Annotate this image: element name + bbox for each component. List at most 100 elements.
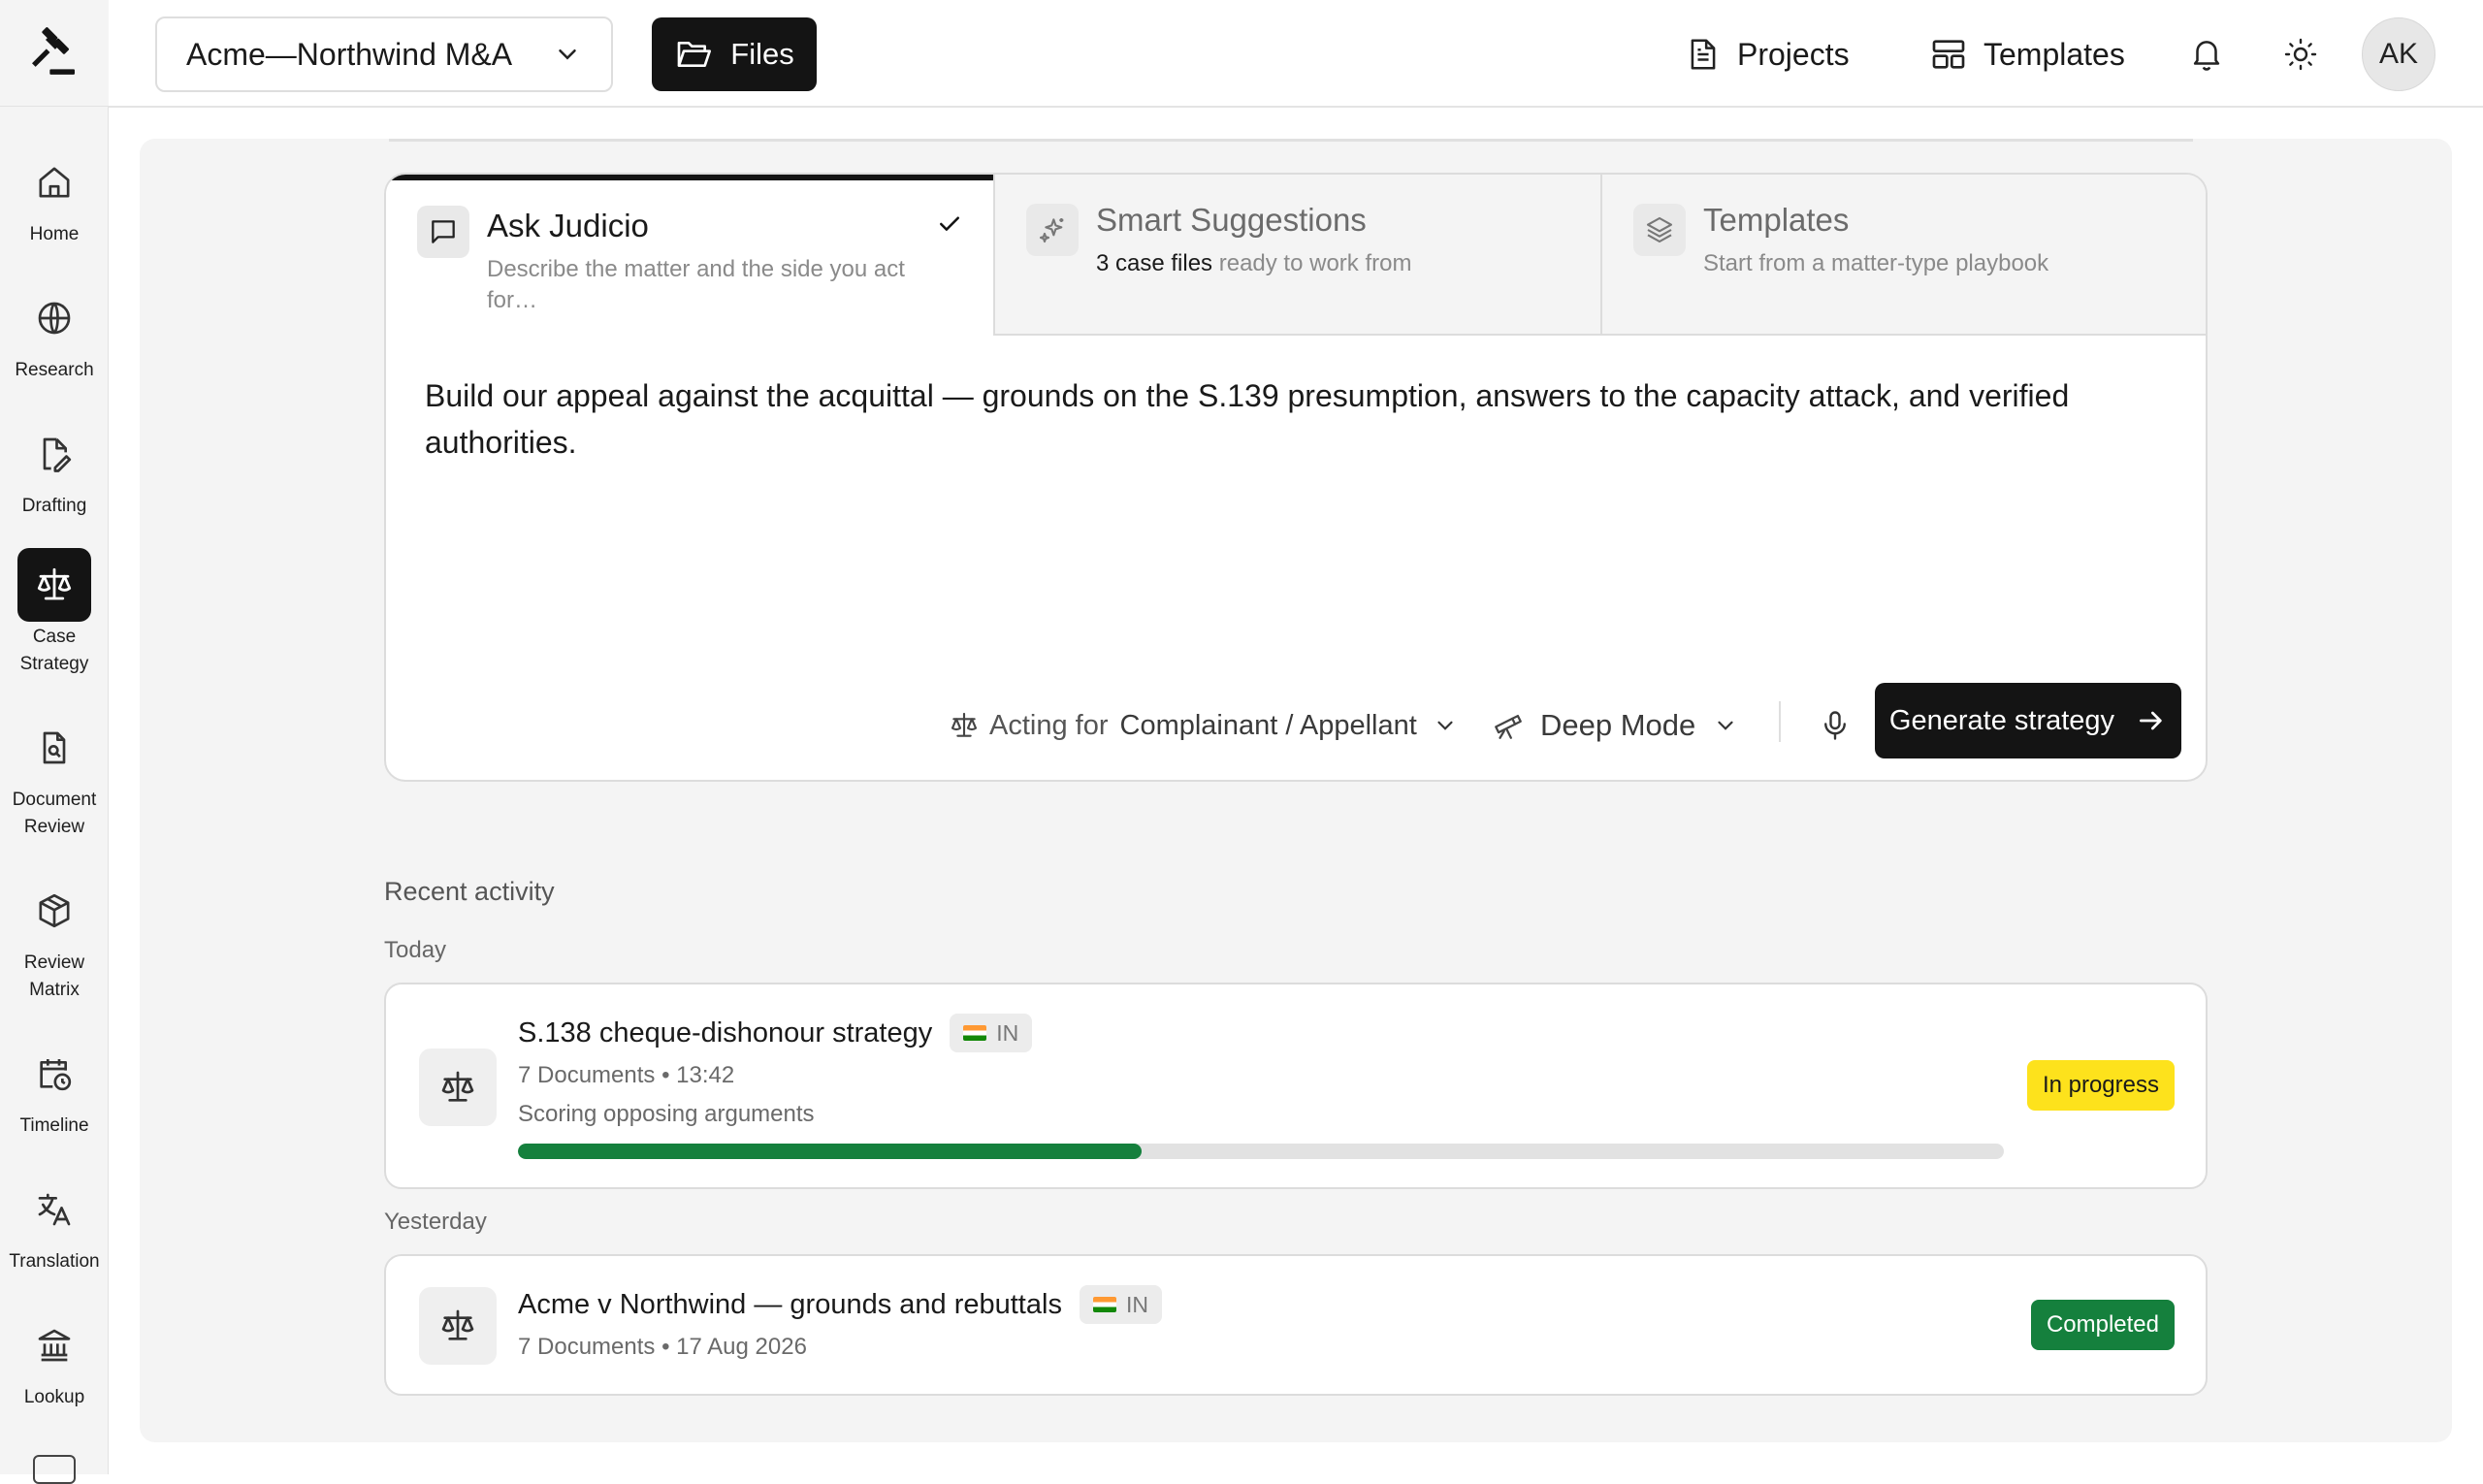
recent-activity-title: Recent activity (384, 877, 555, 906)
tab-ask-judicio[interactable]: Ask Judicio Describe the matter and the … (386, 175, 993, 336)
scales-icon (37, 567, 72, 600)
activity-status: Scoring opposing arguments (518, 1101, 815, 1127)
sidebar-item-drafting[interactable]: Drafting (0, 417, 109, 520)
sidebar-item-label: Lookup (23, 1387, 85, 1407)
divider (1779, 701, 1781, 742)
acting-for-label: Acting for (989, 709, 1109, 741)
sparkles-icon (1039, 218, 1064, 243)
case-files-count: 3 case files (1096, 250, 1213, 276)
sidebar: Home Research Drafting Case Strategy Doc… (0, 0, 109, 1484)
voice-input-button[interactable] (1808, 687, 1862, 764)
tab-title: Ask Judicio (487, 208, 649, 243)
sidebar-item-home[interactable]: Home (0, 145, 109, 248)
tab-title: Templates (1703, 202, 1850, 238)
check-icon (940, 216, 959, 231)
scales-icon (441, 1309, 474, 1340)
sidebar-more-icon[interactable] (33, 1455, 76, 1484)
sun-icon (2284, 38, 2317, 71)
home-icon (39, 167, 70, 198)
layers-icon (1646, 216, 1673, 243)
tab-templates[interactable]: Templates Start from a matter-type playb… (1600, 175, 2206, 336)
sidebar-item-label: Case Strategy (19, 627, 89, 674)
sidebar-item-label: Home (29, 224, 80, 244)
bell-icon (2193, 41, 2220, 71)
project-selector[interactable]: Acme—Northwind M&A (155, 16, 613, 92)
tab-title: Smart Suggestions (1096, 202, 1367, 238)
prompt-textarea[interactable]: Build our appeal against the acquittal —… (425, 372, 2171, 466)
sidebar-item-label: Drafting (21, 496, 87, 516)
sidebar-item-timeline[interactable]: Timeline (0, 1037, 109, 1140)
day-label: Today (384, 937, 447, 963)
activity-title: Acme v Northwind — grounds and rebuttals (518, 1288, 1062, 1320)
files-button[interactable]: Files (652, 17, 817, 91)
scales-icon (951, 712, 978, 737)
country-badge: IN (1079, 1285, 1162, 1324)
landmark-icon (38, 1329, 71, 1362)
scales-icon (441, 1071, 474, 1102)
divider (389, 139, 2193, 142)
telescope-icon (1495, 714, 1522, 739)
layout-icon (1932, 40, 1965, 69)
generate-label: Generate strategy (1888, 704, 2115, 736)
india-flag-icon (1092, 1297, 1116, 1312)
sidebar-item-label: Document Review (12, 790, 97, 837)
day-label: Yesterday (384, 1209, 487, 1235)
country-badge: IN (950, 1014, 1033, 1052)
sidebar-item-case-strategy[interactable]: Case Strategy (0, 548, 109, 678)
chevron-down-icon (1437, 721, 1453, 730)
status-badge: Completed (2030, 1300, 2175, 1350)
arrow-right-icon (2140, 711, 2162, 730)
templates-label: Templates (1983, 36, 2125, 72)
activity-meta: 7 Documents • 13:42 (518, 1062, 735, 1088)
strategy-composer: Ask Judicio Describe the matter and the … (384, 173, 2208, 782)
country-code: IN (1125, 1291, 1148, 1317)
acting-for-select[interactable]: Acting for Complainant / Appellant (949, 687, 1458, 764)
sidebar-item-research[interactable]: Research (0, 281, 109, 384)
sidebar-item-lookup[interactable]: Lookup (0, 1308, 109, 1411)
languages-icon (38, 1193, 71, 1226)
app-logo[interactable] (0, 0, 109, 107)
mode-select[interactable]: Deep Mode (1492, 687, 1738, 764)
activity-item[interactable]: Acme v Northwind — grounds and rebuttals… (384, 1254, 2208, 1396)
sidebar-item-label: Research (15, 360, 94, 380)
folder-open-icon (677, 42, 712, 67)
notifications-button[interactable] (2177, 25, 2236, 83)
globe-icon (38, 302, 71, 335)
tab-smart-suggestions[interactable]: Smart Suggestions 3 case files ready to … (993, 175, 1600, 336)
sidebar-item-translation[interactable]: Translation (0, 1173, 109, 1275)
progress-bar (518, 1144, 2004, 1159)
projects-label: Projects (1737, 36, 1850, 72)
calendar-clock-icon (40, 1059, 72, 1091)
acting-for-value: Complainant / Appellant (1119, 709, 1417, 741)
activity-title: S.138 cheque-dishonour strategy (518, 1016, 933, 1048)
activity-title-row: Acme v Northwind — grounds and rebuttals… (518, 1285, 1162, 1324)
sidebar-item-review-matrix[interactable]: Review Matrix (0, 874, 109, 1004)
chevron-down-icon (1718, 721, 1733, 730)
activity-item[interactable]: S.138 cheque-dishonour strategy IN 7 Doc… (384, 983, 2208, 1189)
projects-link[interactable]: Projects (1685, 25, 1850, 83)
chat-icon (432, 220, 455, 243)
tab-subtitle: Start from a matter-type playbook (1703, 250, 2049, 276)
status-badge: In progress (2026, 1060, 2175, 1111)
progress-fill (518, 1144, 1143, 1159)
templates-link[interactable]: Templates (1929, 25, 2125, 83)
tab-subtitle: Describe the matter and the side you act… (487, 256, 905, 313)
sidebar-item-label: Review Matrix (23, 952, 85, 1000)
project-name: Acme—Northwind M&A (186, 36, 513, 72)
avatar[interactable]: AK (2362, 17, 2435, 91)
top-bar: Acme—Northwind M&A Files Projects Templa… (109, 0, 2483, 108)
files-label: Files (730, 37, 794, 71)
india-flag-icon (963, 1025, 987, 1041)
sidebar-item-label: Translation (9, 1251, 100, 1272)
document-icon (1691, 39, 1716, 70)
activity-meta: 7 Documents • 17 Aug 2026 (518, 1334, 807, 1360)
generate-strategy-button[interactable]: Generate strategy (1875, 683, 2181, 758)
file-search-icon (43, 731, 66, 764)
tab-subtitle: 3 case files ready to work from (1096, 250, 1412, 276)
gavel-icon (31, 26, 75, 75)
sidebar-item-label: Timeline (19, 1115, 89, 1136)
sidebar-item-document-review[interactable]: Document Review (0, 711, 109, 841)
theme-toggle[interactable] (2272, 25, 2330, 83)
mode-label: Deep Mode (1540, 708, 1696, 742)
file-pen-icon (43, 437, 72, 472)
